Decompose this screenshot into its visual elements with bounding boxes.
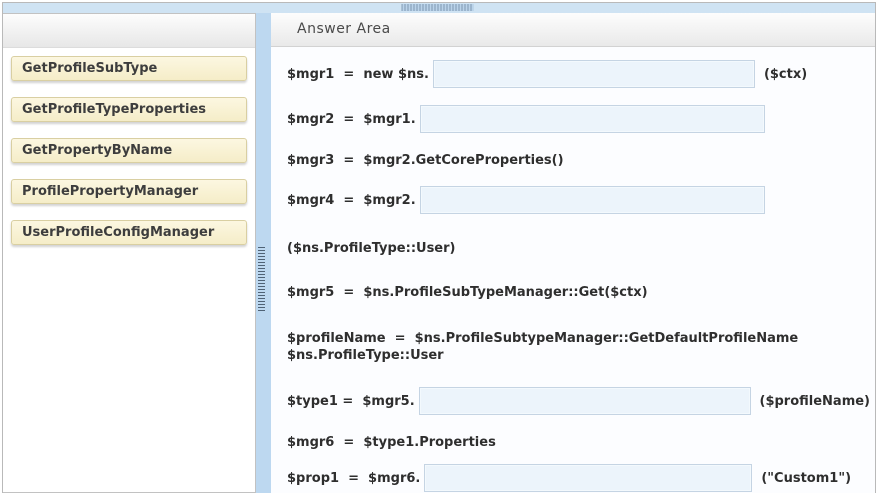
vertical-drag-handle-icon[interactable]	[258, 245, 265, 311]
answer-area-title: Answer Area	[271, 13, 875, 47]
answer-blank-mgr2[interactable]	[420, 105, 765, 133]
palette-header	[3, 14, 255, 48]
code-statement: $profileName = $ns.ProfileSubtypeManager…	[287, 330, 798, 364]
palette-item-getprofiletypeproperties[interactable]: GetProfileTypeProperties	[11, 97, 247, 122]
question-frame: GetProfileSubType GetProfileTypeProperti…	[2, 2, 876, 493]
code-line-mgr4: $mgr4 = $mgr2.	[287, 186, 870, 214]
palette-list: GetProfileSubType GetProfileTypeProperti…	[3, 48, 255, 245]
answer-area-panel: Answer Area $mgr1 = new $ns. ($ctx) $mgr…	[271, 13, 875, 493]
code-line-prop1: $prop1 = $mgr6. ("Custom1")	[287, 464, 870, 492]
code-prefix: $mgr4 = $mgr2.	[287, 192, 416, 209]
horizontal-drag-handle-icon[interactable]	[402, 4, 474, 11]
code-prefix: $type1 = $mgr5.	[287, 393, 415, 410]
code-prefix: $prop1 = $mgr6.	[287, 470, 420, 487]
answer-blank-mgr4[interactable]	[420, 186, 765, 214]
code-suffix: ($profileName)	[760, 393, 871, 410]
code-line-profilename: $profileName = $ns.ProfileSubtypeManager…	[287, 330, 870, 364]
palette-item-getprofilesubtype[interactable]: GetProfileSubType	[11, 56, 247, 81]
palette-item-getpropertybyname[interactable]: GetPropertyByName	[11, 138, 247, 163]
code-area: $mgr1 = new $ns. ($ctx) $mgr2 = $mgr1. $…	[271, 47, 875, 492]
code-line-mgr3: $mgr3 = $mgr2.GetCoreProperties()	[287, 152, 870, 169]
code-line-profiletype-arg: ($ns.ProfileType::User)	[287, 240, 870, 257]
palette-item-profilepropertymanager[interactable]: ProfilePropertyManager	[11, 179, 247, 204]
source-palette-panel: GetProfileSubType GetProfileTypeProperti…	[3, 13, 256, 493]
code-statement: ($ns.ProfileType::User)	[287, 240, 455, 257]
code-prefix: $mgr2 = $mgr1.	[287, 111, 416, 128]
panel-splitter[interactable]	[256, 13, 271, 493]
code-line-mgr2: $mgr2 = $mgr1.	[287, 105, 870, 133]
answer-blank-mgr1[interactable]	[433, 60, 755, 88]
code-line-mgr6: $mgr6 = $type1.Properties	[287, 434, 870, 451]
code-statement: $mgr3 = $mgr2.GetCoreProperties()	[287, 152, 564, 169]
code-suffix: ($ctx)	[764, 66, 807, 83]
code-prefix: $mgr1 = new $ns.	[287, 66, 429, 83]
code-line-mgr1: $mgr1 = new $ns. ($ctx)	[287, 60, 870, 88]
code-line-type1: $type1 = $mgr5. ($profileName)	[287, 387, 870, 415]
top-splitter-bar	[3, 3, 875, 13]
code-statement: $mgr5 = $ns.ProfileSubTypeManager::Get($…	[287, 284, 648, 301]
answer-blank-prop1[interactable]	[424, 464, 752, 492]
code-statement: $mgr6 = $type1.Properties	[287, 434, 496, 451]
code-line-mgr5: $mgr5 = $ns.ProfileSubTypeManager::Get($…	[287, 284, 870, 301]
answer-blank-type1[interactable]	[419, 387, 751, 415]
palette-item-userprofileconfigmanager[interactable]: UserProfileConfigManager	[11, 220, 247, 245]
code-suffix: ("Custom1")	[761, 470, 851, 487]
